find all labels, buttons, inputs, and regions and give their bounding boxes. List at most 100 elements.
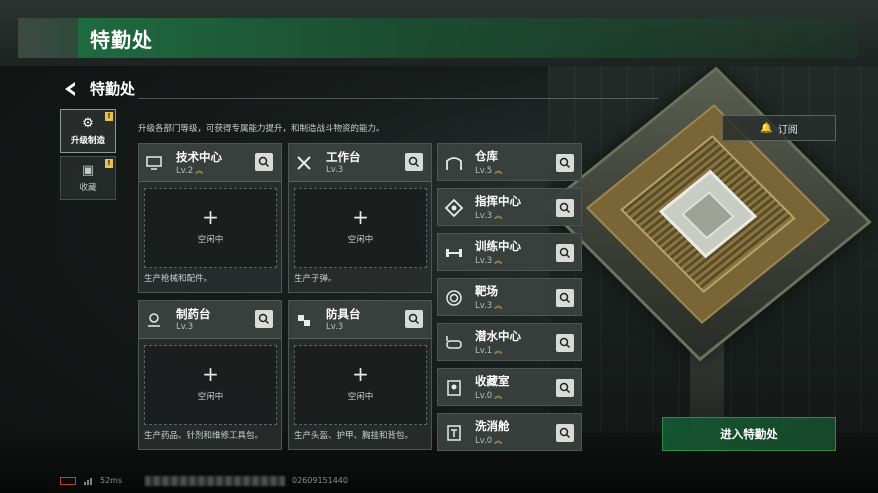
bell-icon: 🔔 (760, 122, 773, 134)
card-level: Lv.2 ︽ (176, 166, 204, 176)
command-icon (444, 198, 464, 218)
card-description: 生产头盔、护甲、胸挂和背包。 (294, 431, 414, 441)
room-level: Lv.0 ︽ (475, 391, 503, 401)
search-button[interactable] (255, 310, 273, 328)
diving-mask-icon (446, 336, 462, 349)
room-level: Lv.1 ︽ (475, 346, 503, 356)
magnifier-icon (559, 157, 571, 169)
dumbbell-icon (446, 249, 462, 257)
uid-redacted (145, 476, 285, 486)
production-slot[interactable]: + 空闲中 (144, 188, 277, 268)
search-button[interactable] (556, 244, 574, 262)
collection-icon: ▣ (81, 163, 95, 178)
search-button[interactable] (556, 334, 574, 352)
card-header: 技术中心 Lv.2 ︽ (139, 144, 281, 182)
add-icon: + (202, 362, 219, 386)
uid-number: 02609151440 (292, 476, 348, 485)
search-button[interactable] (556, 379, 574, 397)
status-bar: 52ms (60, 476, 122, 485)
add-icon: + (352, 205, 369, 229)
production-slot[interactable]: + 空闲中 (144, 345, 277, 425)
room-name: 洗消舱 (475, 419, 510, 433)
card-description: 生产子弹。 (294, 274, 337, 284)
card-name: 防具台 (326, 307, 361, 321)
room-name: 训练中心 (475, 239, 521, 253)
card-header: 工作台 Lv.3 (289, 144, 431, 182)
add-icon: + (202, 205, 219, 229)
room-level: Lv.5 ︽ (475, 166, 503, 176)
top-header-bar: 特勤处 (0, 0, 878, 66)
room-collection-room[interactable]: 收藏室 Lv.0 ︽ (437, 368, 582, 406)
room-command-center[interactable]: 指挥中心 Lv.3 ︽ (437, 188, 582, 226)
room-training-center[interactable]: 训练中心 Lv.3 ︽ (437, 233, 582, 271)
level-up-chevron-icon: ︽ (494, 211, 503, 220)
card-level: Lv.3 (326, 322, 344, 332)
level-up-chevron-icon: ︽ (494, 301, 503, 310)
tools-icon (297, 156, 311, 170)
room-level: Lv.3 ︽ (475, 301, 503, 311)
card-name: 工作台 (326, 150, 361, 164)
card-name: 技术中心 (176, 150, 222, 164)
level-up-chevron-icon: ︽ (494, 256, 503, 265)
search-button[interactable] (556, 289, 574, 307)
search-button[interactable] (405, 153, 423, 171)
search-button[interactable] (556, 199, 574, 217)
tab-upgrade-craft[interactable]: ! ⚙ 升级制造 (60, 109, 116, 153)
microscope-icon (148, 313, 160, 327)
room-diving-center[interactable]: 潜水中心 Lv.1 ︽ (437, 323, 582, 361)
search-button[interactable] (255, 153, 273, 171)
battery-icon (60, 476, 76, 485)
page-title: 特勤处 (90, 28, 153, 52)
search-button[interactable] (556, 424, 574, 442)
card-name: 制药台 (176, 307, 211, 321)
panel-description: 升级各部门等级，可获得专属能力提升，和制造战斗物资的能力。 (138, 124, 385, 134)
room-shooting-range[interactable]: 靶场 Lv.3 ︽ (437, 278, 582, 316)
workstation-card-armor[interactable]: 防具台 Lv.3 + 空闲中 生产头盔、护甲、胸挂和背包。 (288, 300, 432, 450)
level-up-chevron-icon: ︽ (494, 346, 503, 355)
warehouse-icon (446, 157, 462, 170)
magnifier-icon (559, 427, 571, 439)
magnifier-icon (559, 247, 571, 259)
panel-title: 特勤处 (90, 80, 136, 98)
slot-status: 空闲中 (197, 235, 224, 245)
card-description: 生产枪械和配件。 (144, 274, 213, 284)
magnifier-icon (559, 382, 571, 394)
room-name: 潜水中心 (475, 329, 521, 343)
alert-badge: ! (105, 112, 113, 121)
room-level: Lv.3 ︽ (475, 256, 503, 266)
enter-facility-button[interactable]: 进入特勤处 (662, 417, 836, 451)
workstation-card-workbench[interactable]: 工作台 Lv.3 + 空闲中 生产子弹。 (288, 143, 432, 293)
search-button[interactable] (556, 154, 574, 172)
card-description: 生产药品、针剂和维修工具包。 (144, 431, 264, 441)
room-name: 收藏室 (475, 374, 510, 388)
subscribe-button[interactable]: 🔔 订阅 (722, 115, 836, 141)
magnifier-icon (258, 313, 270, 325)
level-up-chevron-icon: ︽ (494, 436, 503, 445)
monitor-icon (146, 156, 162, 170)
room-warehouse[interactable]: 仓库 Lv.5 ︽ (437, 143, 582, 181)
room-name: 仓库 (475, 149, 498, 163)
room-decontamination[interactable]: 洗消舱 Lv.0 ︽ (437, 413, 582, 451)
card-level: Lv.3 (326, 165, 344, 175)
search-button[interactable] (405, 310, 423, 328)
subscribe-label: 订阅 (777, 124, 798, 136)
room-level: Lv.0 ︽ (475, 436, 503, 446)
level-up-chevron-icon: ︽ (494, 391, 503, 400)
production-slot[interactable]: + 空闲中 (294, 188, 427, 268)
upgrade-icon: ⚙ (82, 116, 94, 131)
card-header: 制药台 Lv.3 (139, 301, 281, 339)
production-slot[interactable]: + 空闲中 (294, 345, 427, 425)
workstation-card-tech[interactable]: 技术中心 Lv.2 ︽ + 空闲中 生产枪械和配件。 (138, 143, 282, 293)
back-arrow-icon[interactable] (62, 80, 80, 98)
magnifier-icon (559, 337, 571, 349)
room-name: 靶场 (475, 284, 498, 298)
workstation-card-pharmacy[interactable]: 制药台 Lv.3 + 空闲中 生产药品、针剂和维修工具包。 (138, 300, 282, 450)
signal-icon (84, 477, 92, 485)
tab-label: 收藏 (79, 183, 97, 193)
tab-collection[interactable]: ! ▣ 收藏 (60, 156, 116, 200)
level-up-chevron-icon: ︽ (195, 166, 204, 175)
slot-status: 空闲中 (347, 392, 374, 402)
title-divider (138, 98, 658, 99)
alert-badge: ! (105, 159, 113, 168)
target-icon (446, 290, 462, 306)
